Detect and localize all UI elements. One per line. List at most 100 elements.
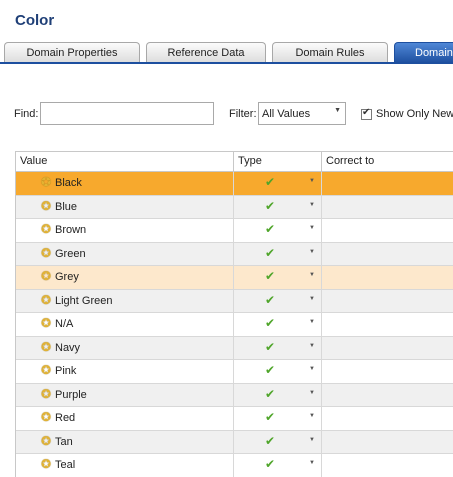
- tab-domain-properties[interactable]: Domain Properties: [4, 42, 140, 63]
- chevron-down-icon[interactable]: ▼: [309, 343, 315, 349]
- correct-to-cell[interactable]: [322, 337, 453, 360]
- correct-to-cell[interactable]: [322, 384, 453, 407]
- chevron-down-icon[interactable]: ▼: [309, 437, 315, 443]
- table-row[interactable]: ✪ Purple ✔ ▼: [16, 383, 453, 407]
- table-row[interactable]: ✪ Black ✔ ▼: [16, 172, 453, 196]
- correct-to-cell[interactable]: [322, 196, 453, 219]
- value-text: Grey: [55, 271, 79, 283]
- value-text: Green: [55, 247, 86, 260]
- table-row[interactable]: ✪ Red ✔ ▼: [16, 407, 453, 431]
- correct-to-cell[interactable]: [322, 313, 453, 336]
- table-row[interactable]: ✪ Navy ✔ ▼: [16, 336, 453, 360]
- value-cell[interactable]: ✪ Teal: [16, 454, 234, 477]
- column-header-correct-to[interactable]: Correct to: [322, 152, 453, 171]
- value-cell[interactable]: ✪ Pink: [16, 360, 234, 383]
- type-cell[interactable]: ✔ ▼: [234, 172, 322, 195]
- checkmark-icon: ✔: [265, 316, 276, 330]
- value-cell[interactable]: ✪ Brown: [16, 219, 234, 242]
- value-text: Brown: [55, 224, 87, 236]
- star-icon: ✪: [41, 433, 52, 448]
- filter-label: Filter:: [229, 108, 257, 120]
- value-cell[interactable]: ✪ Navy: [16, 336, 234, 359]
- value-cell[interactable]: ✪ Green: [16, 242, 234, 265]
- chevron-down-icon[interactable]: ▼: [309, 225, 315, 231]
- tab-domain-values[interactable]: Domain: [394, 42, 453, 63]
- page-title: Color: [15, 12, 55, 29]
- chevron-down-icon[interactable]: ▼: [309, 202, 315, 208]
- type-cell[interactable]: ✔ ▼: [234, 266, 322, 289]
- column-header-value[interactable]: Value: [16, 152, 234, 171]
- show-only-new-checkbox[interactable]: ✔: [361, 107, 372, 120]
- type-cell[interactable]: ✔ ▼: [234, 454, 322, 477]
- correct-to-cell[interactable]: [322, 431, 453, 454]
- chevron-down-icon[interactable]: ▼: [309, 272, 315, 278]
- correct-to-cell[interactable]: [322, 360, 453, 383]
- table-row[interactable]: ✪ Grey ✔ ▼: [16, 266, 453, 290]
- type-cell[interactable]: ✔ ▼: [234, 219, 322, 242]
- table-row[interactable]: ✪ Light Green ✔ ▼: [16, 289, 453, 313]
- value-text: Blue: [55, 200, 78, 213]
- chevron-down-icon[interactable]: ▼: [309, 319, 315, 325]
- table-row[interactable]: ✪ Teal ✔ ▼: [16, 454, 453, 477]
- star-icon: ✪: [41, 269, 52, 283]
- tab-label: Domain: [415, 47, 453, 59]
- value-cell[interactable]: ✪ Light Green: [16, 289, 234, 312]
- table-row[interactable]: ✪ Pink ✔ ▼: [16, 360, 453, 384]
- star-icon: ✪: [41, 198, 52, 213]
- correct-to-cell[interactable]: [322, 243, 453, 266]
- type-cell[interactable]: ✔ ▼: [234, 313, 322, 336]
- value-cell[interactable]: ✪ Black: [16, 172, 234, 195]
- tab-strip: Domain Properties Reference Data Domain …: [0, 40, 453, 63]
- correct-to-cell[interactable]: [322, 407, 453, 430]
- find-input[interactable]: [40, 102, 214, 125]
- chevron-down-icon[interactable]: ▼: [309, 249, 315, 255]
- chevron-down-icon[interactable]: ▼: [309, 390, 315, 396]
- chevron-down-icon[interactable]: ▼: [309, 178, 315, 184]
- value-cell[interactable]: ✪ Blue: [16, 195, 234, 218]
- value-text: Light Green: [55, 294, 113, 307]
- correct-to-cell[interactable]: [322, 454, 453, 477]
- table-row[interactable]: ✪ Green ✔ ▼: [16, 242, 453, 266]
- tab-underline: [0, 62, 453, 64]
- table-row[interactable]: ✪ Brown ✔ ▼: [16, 219, 453, 243]
- tab-domain-rules[interactable]: Domain Rules: [272, 42, 388, 63]
- type-cell[interactable]: ✔ ▼: [234, 336, 322, 359]
- correct-to-cell[interactable]: [322, 219, 453, 242]
- star-icon: ✪: [41, 175, 52, 189]
- type-cell[interactable]: ✔ ▼: [234, 407, 322, 430]
- column-header-type[interactable]: Type: [234, 152, 322, 171]
- type-cell[interactable]: ✔ ▼: [234, 195, 322, 218]
- value-text: Pink: [55, 365, 77, 377]
- star-icon: ✪: [41, 363, 52, 377]
- star-icon: ✪: [41, 457, 52, 471]
- value-cell[interactable]: ✪ Tan: [16, 430, 234, 453]
- tab-label: Domain Rules: [295, 47, 365, 59]
- table-row[interactable]: ✪ Blue ✔ ▼: [16, 195, 453, 219]
- type-cell[interactable]: ✔ ▼: [234, 383, 322, 406]
- value-cell[interactable]: ✪ Red: [16, 407, 234, 430]
- correct-to-cell[interactable]: [322, 290, 453, 313]
- chevron-down-icon[interactable]: ▼: [309, 460, 315, 466]
- checkmark-icon: ✔: [265, 198, 276, 213]
- chevron-down-icon[interactable]: ▼: [309, 296, 315, 302]
- star-icon: ✪: [41, 339, 52, 354]
- grid-header: Value Type Correct to: [16, 152, 453, 172]
- checkmark-icon: ✔: [362, 107, 371, 118]
- type-cell[interactable]: ✔ ▼: [234, 360, 322, 383]
- chevron-down-icon[interactable]: ▼: [309, 413, 315, 419]
- tab-reference-data[interactable]: Reference Data: [146, 42, 266, 63]
- filter-select[interactable]: All Values ▼: [258, 102, 346, 125]
- correct-to-cell[interactable]: [322, 172, 453, 195]
- type-cell[interactable]: ✔ ▼: [234, 289, 322, 312]
- table-row[interactable]: ✪ Tan ✔ ▼: [16, 430, 453, 454]
- value-cell[interactable]: ✪ Grey: [16, 266, 234, 289]
- correct-to-cell[interactable]: [322, 266, 453, 289]
- type-cell[interactable]: ✔ ▼: [234, 430, 322, 453]
- value-cell[interactable]: ✪ N/A: [16, 313, 234, 336]
- checkmark-icon: ✔: [265, 457, 276, 471]
- type-cell[interactable]: ✔ ▼: [234, 242, 322, 265]
- table-row[interactable]: ✪ N/A ✔ ▼: [16, 313, 453, 337]
- star-icon: ✪: [41, 292, 52, 307]
- value-cell[interactable]: ✪ Purple: [16, 383, 234, 406]
- chevron-down-icon[interactable]: ▼: [309, 366, 315, 372]
